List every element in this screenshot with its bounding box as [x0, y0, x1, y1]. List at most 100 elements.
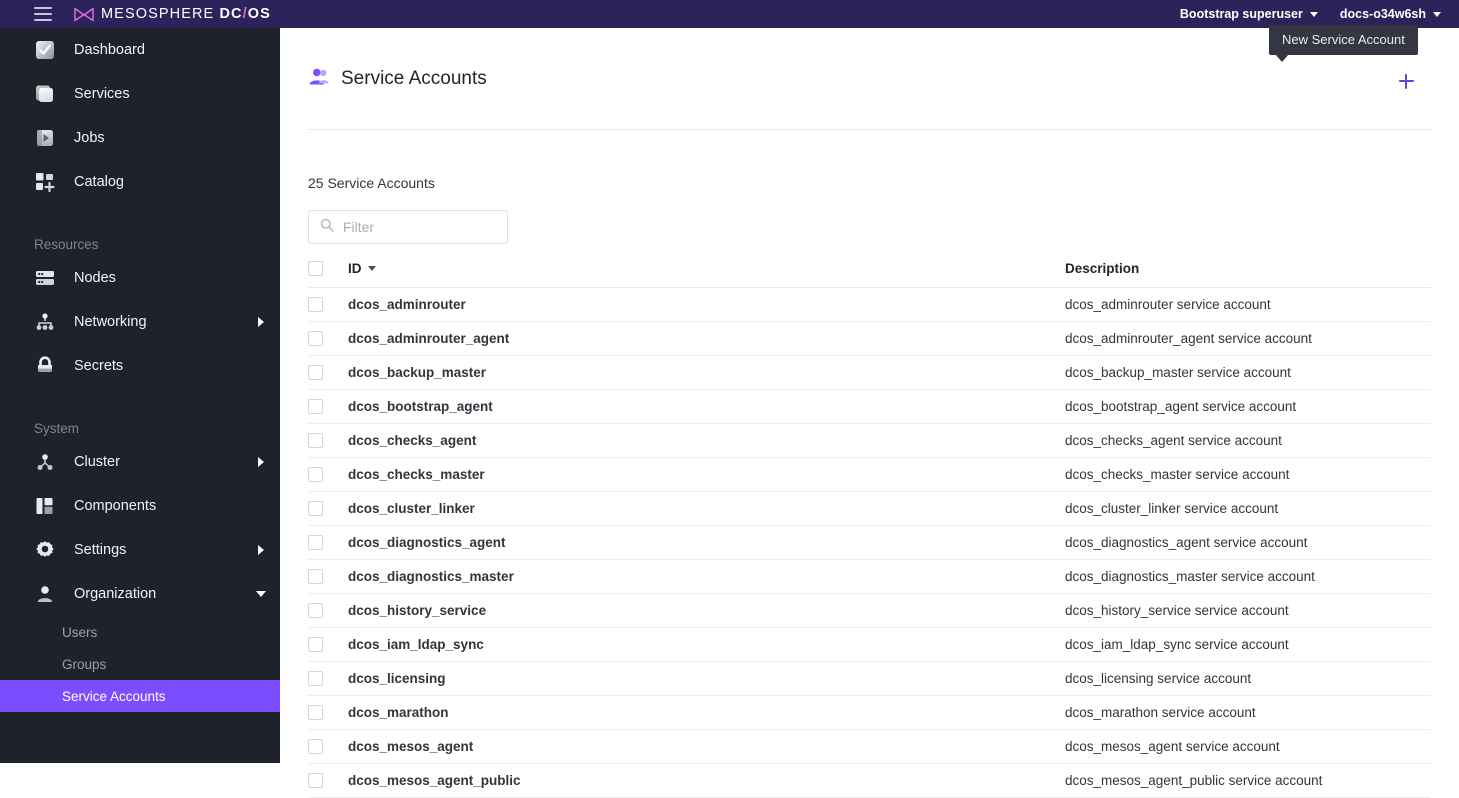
sidebar-item-jobs[interactable]: Jobs [0, 116, 280, 160]
row-checkbox[interactable] [308, 433, 323, 448]
row-checkbox[interactable] [308, 399, 323, 414]
catalog-icon [34, 171, 56, 193]
sidebar-item-networking[interactable]: Networking [0, 300, 280, 344]
sidebar-item-cluster[interactable]: Cluster [0, 440, 280, 484]
service-accounts-table: ID Description dcos_adminrouter dcos_admi… [308, 261, 1431, 798]
sidebar-item-users[interactable]: Users [0, 616, 280, 648]
table-row[interactable]: dcos_backup_master dcos_backup_master ser… [308, 355, 1431, 390]
cell-description: dcos_history_service service account [1065, 593, 1431, 628]
sidebar-item-organization[interactable]: Organization [0, 572, 280, 616]
column-header-id[interactable]: ID [348, 261, 1065, 288]
filter-input[interactable] [343, 219, 496, 235]
row-checkbox[interactable] [308, 569, 323, 584]
row-select-cell [308, 321, 348, 356]
table-row[interactable]: dcos_diagnostics_agent dcos_diagnostics_a… [308, 525, 1431, 560]
nodes-icon [34, 267, 56, 289]
cell-id[interactable]: dcos_cluster_linker [348, 491, 1065, 526]
table-row[interactable]: dcos_adminrouter_agent dcos_adminrouter_a… [308, 321, 1431, 356]
cell-description: dcos_adminrouter_agent service account [1065, 321, 1431, 356]
table-row[interactable]: dcos_history_service dcos_history_service… [308, 593, 1431, 628]
row-select-cell [308, 695, 348, 730]
row-checkbox[interactable] [308, 705, 323, 720]
row-select-cell [308, 661, 348, 696]
cell-id[interactable]: dcos_adminrouter_agent [348, 321, 1065, 356]
chevron-down-icon [256, 591, 266, 597]
table-row[interactable]: dcos_marathon dcos_marathon service accou… [308, 695, 1431, 730]
row-checkbox[interactable] [308, 467, 323, 482]
cell-id[interactable]: dcos_iam_ldap_sync [348, 627, 1065, 662]
cell-id[interactable]: dcos_bootstrap_agent [348, 389, 1065, 424]
lock-icon [34, 355, 56, 377]
row-select-cell [308, 525, 348, 560]
cluster-icon [34, 451, 56, 473]
sidebar-item-dashboard[interactable]: Dashboard [0, 28, 280, 72]
cell-id[interactable]: dcos_checks_agent [348, 423, 1065, 458]
hamburger-icon[interactable] [34, 7, 52, 21]
cell-description: dcos_licensing service account [1065, 661, 1431, 696]
row-checkbox[interactable] [308, 637, 323, 652]
column-header-id-label: ID [348, 261, 362, 276]
table-row[interactable]: dcos_licensing dcos_licensing service acc… [308, 661, 1431, 696]
sidebar-item-secrets[interactable]: Secrets [0, 344, 280, 388]
tooltip-arrow-icon [1275, 54, 1290, 62]
table-row[interactable]: dcos_diagnostics_master dcos_diagnostics_… [308, 559, 1431, 594]
sidebar-item-nodes[interactable]: Nodes [0, 256, 280, 300]
select-all-checkbox[interactable] [308, 261, 323, 276]
row-checkbox[interactable] [308, 603, 323, 618]
row-checkbox[interactable] [308, 501, 323, 516]
sidebar-section-system: System [34, 421, 80, 436]
table-row[interactable]: dcos_adminrouter dcos_adminrouter service… [308, 287, 1431, 322]
brand[interactable]: MESOSPHERE DC/OS [74, 6, 271, 22]
row-checkbox[interactable] [308, 365, 323, 380]
mesosphere-logo-icon [74, 7, 94, 22]
row-select-cell [308, 389, 348, 424]
cell-id[interactable]: dcos_backup_master [348, 355, 1065, 390]
sidebar-item-service-accounts[interactable]: Service Accounts [0, 680, 280, 712]
table-row[interactable]: dcos_checks_agent dcos_checks_agent servi… [308, 423, 1431, 458]
cell-id[interactable]: dcos_diagnostics_master [348, 559, 1065, 594]
cell-id[interactable]: dcos_checks_master [348, 457, 1065, 492]
table-row[interactable]: dcos_bootstrap_agent dcos_bootstrap_agent… [308, 389, 1431, 424]
jobs-icon [34, 127, 56, 149]
cell-id[interactable]: dcos_marathon [348, 695, 1065, 730]
table-row[interactable]: dcos_mesos_agent_public dcos_mesos_agent_… [308, 763, 1431, 798]
cell-id[interactable]: dcos_mesos_agent_public [348, 763, 1065, 798]
page-title: Service Accounts [341, 67, 487, 89]
cell-description: dcos_cluster_linker service account [1065, 491, 1431, 526]
sidebar-item-services[interactable]: Services [0, 72, 280, 116]
services-icon [34, 83, 56, 105]
sidebar-item-settings[interactable]: Settings [0, 528, 280, 572]
row-checkbox[interactable] [308, 535, 323, 550]
sidebar-item-components[interactable]: Components [0, 484, 280, 528]
sidebar-item-label: Secrets [74, 358, 124, 374]
sidebar-section-resources: Resources [34, 237, 99, 252]
chevron-right-icon [258, 545, 264, 555]
cluster-menu[interactable]: docs-o34w6sh [1340, 7, 1441, 21]
column-header-description[interactable]: Description [1065, 261, 1431, 288]
cell-id[interactable]: dcos_diagnostics_agent [348, 525, 1065, 560]
table-row[interactable]: dcos_checks_master dcos_checks_master ser… [308, 457, 1431, 492]
sidebar-item-label: Settings [74, 542, 127, 558]
sidebar-item-label: Dashboard [74, 42, 145, 58]
gear-icon [34, 539, 56, 561]
row-select-cell [308, 457, 348, 492]
cell-id[interactable]: dcos_adminrouter [348, 287, 1065, 322]
new-service-account-button[interactable] [1393, 68, 1419, 94]
table-row[interactable]: dcos_mesos_agent dcos_mesos_agent service… [308, 729, 1431, 764]
row-checkbox[interactable] [308, 297, 323, 312]
cell-id[interactable]: dcos_licensing [348, 661, 1065, 696]
filter-box[interactable] [308, 210, 508, 244]
row-checkbox[interactable] [308, 773, 323, 788]
row-checkbox[interactable] [308, 331, 323, 346]
table-row[interactable]: dcos_iam_ldap_sync dcos_iam_ldap_sync ser… [308, 627, 1431, 662]
user-menu[interactable]: Bootstrap superuser [1180, 7, 1318, 21]
cell-id[interactable]: dcos_mesos_agent [348, 729, 1065, 764]
sidebar-item-catalog[interactable]: Catalog [0, 160, 280, 204]
table-row[interactable]: dcos_cluster_linker dcos_cluster_linker s… [308, 491, 1431, 526]
cell-id[interactable]: dcos_history_service [348, 593, 1065, 628]
cell-description: dcos_diagnostics_master service account [1065, 559, 1431, 594]
sidebar-item-groups[interactable]: Groups [0, 648, 280, 680]
sidebar-item-label: Cluster [74, 454, 120, 470]
row-checkbox[interactable] [308, 671, 323, 686]
row-checkbox[interactable] [308, 739, 323, 754]
